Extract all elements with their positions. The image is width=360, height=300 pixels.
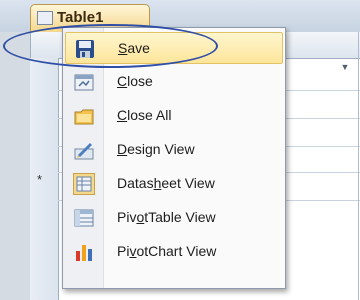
column-dropdown-icon[interactable]: ▼ <box>338 60 352 74</box>
close-form-icon <box>73 71 95 93</box>
close-all-icon <box>73 105 95 127</box>
menu-item-pivottable-view[interactable]: PivotTable View <box>65 202 283 234</box>
menu-item-close-all[interactable]: Close All <box>65 100 283 132</box>
menu-item-label: Save <box>118 40 150 56</box>
menu-item-label: Design View <box>117 141 195 157</box>
save-icon <box>74 38 96 60</box>
tab-title: Table1 <box>57 9 104 26</box>
datasheet-view-icon <box>73 173 95 195</box>
pivotchart-view-icon <box>73 241 95 263</box>
menu-item-save[interactable]: Save <box>65 32 283 64</box>
menu-item-datasheet-view[interactable]: Datasheet View <box>65 168 283 200</box>
menu-item-label: Close <box>117 73 153 89</box>
window-edge <box>358 32 359 300</box>
menu-item-pivotchart-view[interactable]: PivotChart View <box>65 236 283 268</box>
new-record-marker: * <box>37 172 43 187</box>
table-icon <box>37 11 53 25</box>
pivottable-view-icon <box>73 207 95 229</box>
record-selector-column[interactable] <box>30 58 59 300</box>
menu-item-close[interactable]: Close <box>65 66 283 98</box>
design-view-icon <box>73 139 95 161</box>
menu-item-label: Close All <box>117 107 172 123</box>
menu-item-design-view[interactable]: Design View <box>65 134 283 166</box>
menu-item-label: PivotChart View <box>117 243 217 259</box>
menu-item-label: Datasheet View <box>117 175 215 191</box>
tab-context-menu: Save Close Close All Design View Datashe… <box>62 27 286 289</box>
menu-item-label: PivotTable View <box>117 209 216 225</box>
